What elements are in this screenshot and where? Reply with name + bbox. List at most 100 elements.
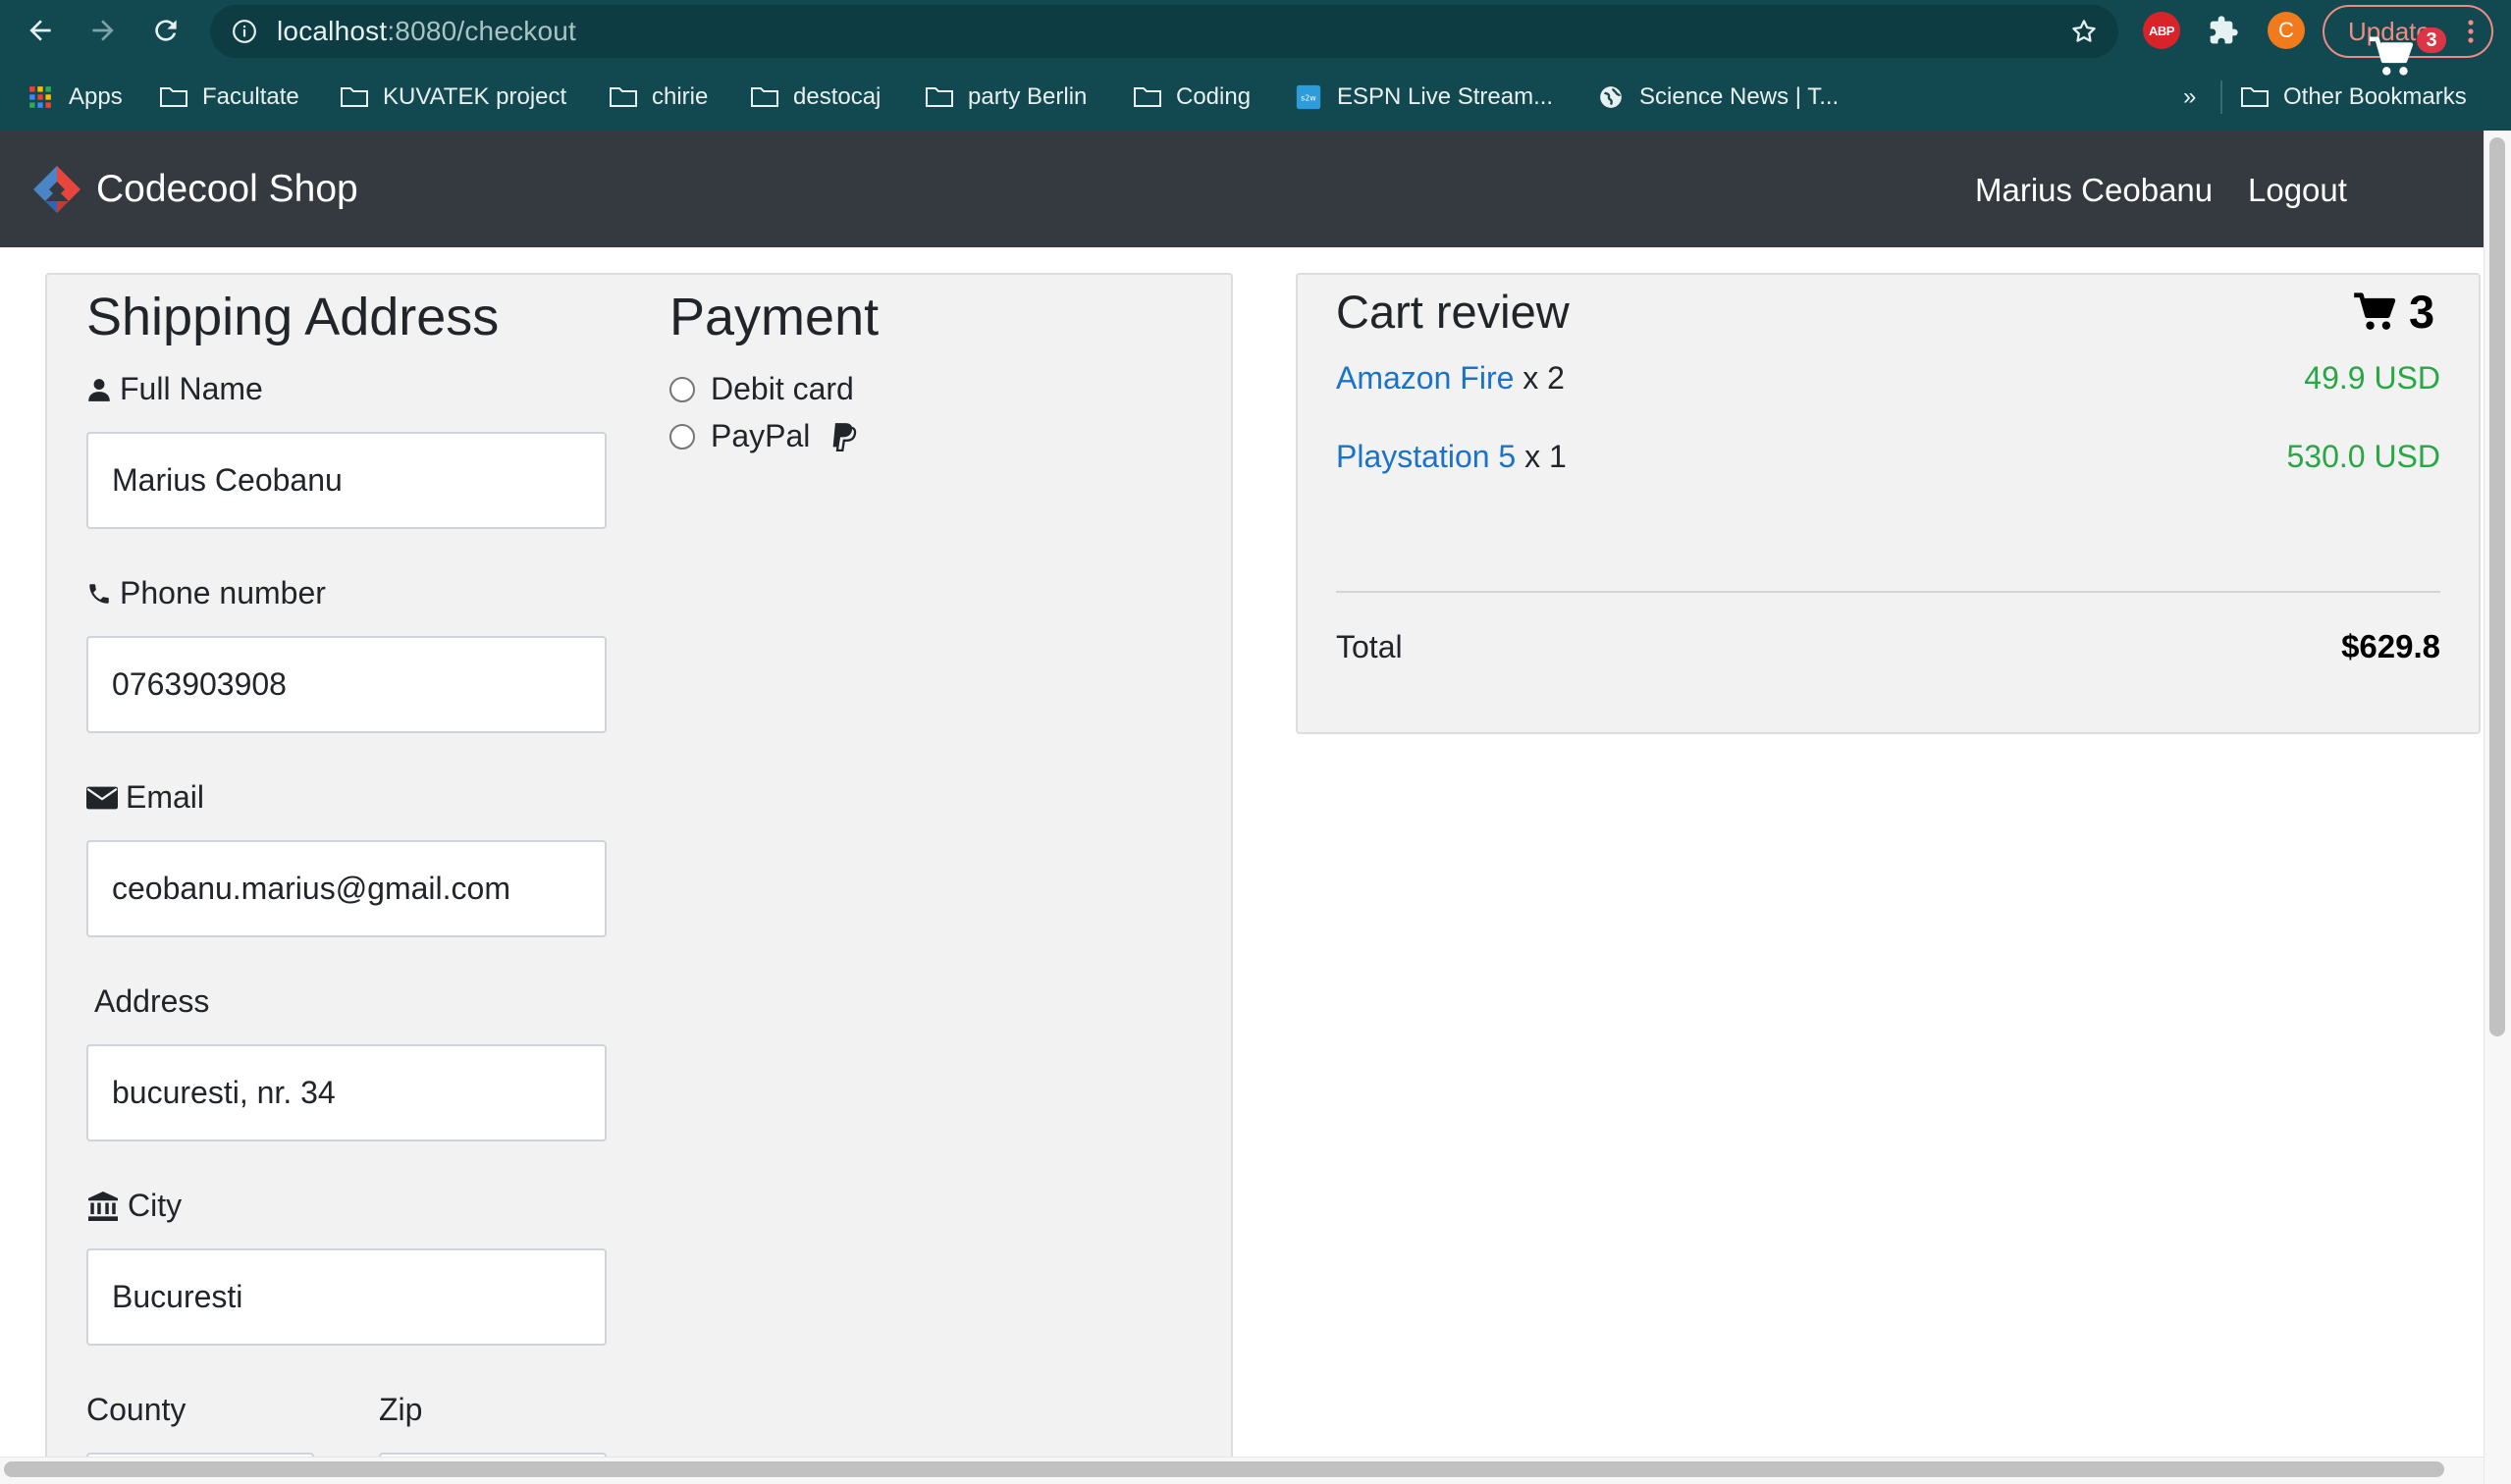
debit-radio[interactable]	[669, 376, 695, 402]
city-label: City	[86, 1188, 182, 1224]
folder-icon	[341, 87, 368, 107]
s2w-site-icon: s2w	[1296, 84, 1321, 110]
extensions-puzzle-icon[interactable]	[2205, 12, 2242, 49]
bookmark-facultate[interactable]: Facultate	[159, 73, 299, 122]
codecool-logo-icon	[33, 166, 80, 213]
line-price: 49.9 USD	[2304, 360, 2440, 396]
url-path: :8080/checkout	[387, 16, 577, 46]
adblock-extension-icon[interactable]: ABP	[2143, 12, 2180, 49]
site-navbar: Codecool Shop Marius Ceobanu Logout	[0, 131, 2511, 247]
paypal-radio[interactable]	[669, 423, 695, 450]
label-text: Address	[94, 983, 210, 1019]
cart-line-item: Amazon Fire x 2	[1336, 360, 1565, 397]
bookmarks-overflow-button[interactable]: »	[2183, 73, 2196, 122]
phone-icon	[89, 583, 109, 604]
bookmark-label: chirie	[652, 83, 709, 110]
arrow-right-icon	[92, 20, 114, 41]
bookmark-label: Other Bookmarks	[2283, 83, 2467, 110]
folder-icon	[751, 87, 778, 107]
bookmark-kuvatek[interactable]: KUVATEK project	[340, 73, 566, 122]
shopping-cart-icon	[2370, 36, 2414, 76]
bookmark-label: party Berlin	[968, 83, 1088, 110]
address-bar[interactable]: localhost:8080/checkout	[210, 5, 2118, 58]
shopping-cart-icon	[2354, 292, 2396, 330]
back-button[interactable]	[16, 6, 65, 55]
bookmark-label: Apps	[69, 83, 123, 110]
payment-option-debit[interactable]: Debit card	[669, 371, 854, 407]
cart-line-item: Playstation 5 x 1	[1336, 439, 1567, 475]
reload-button[interactable]	[141, 6, 190, 55]
svg-text:s2w: s2w	[1301, 93, 1316, 102]
globe-icon	[1600, 86, 1622, 108]
bookmarks-bar: Apps Facultate KUVATEK project chirie de…	[0, 73, 2511, 122]
zip-label: Zip	[379, 1392, 423, 1427]
bookmark-coding[interactable]: Coding	[1133, 73, 1251, 122]
browser-chrome: localhost:8080/checkout ABP C Update App…	[0, 0, 2511, 131]
line-price: 530.0 USD	[2286, 439, 2440, 474]
bookmarks-separator	[2220, 80, 2222, 114]
folder-icon	[610, 87, 637, 107]
phone-input[interactable]: 0763903908	[86, 636, 607, 733]
arrow-left-icon	[29, 20, 51, 41]
bank-icon	[88, 1191, 118, 1221]
brand-link[interactable]: Codecool Shop	[31, 164, 358, 215]
cart-count-text: 3	[2409, 286, 2435, 338]
bookmark-destocaj[interactable]: destocaj	[750, 73, 881, 122]
address-label: Address	[94, 983, 209, 1020]
url-text[interactable]: localhost:8080/checkout	[277, 5, 576, 58]
cart-divider	[1336, 591, 2440, 593]
full-name-input[interactable]: Marius Ceobanu	[86, 432, 607, 529]
email-label: Email	[86, 779, 204, 816]
payment-title: Payment	[669, 288, 880, 346]
bookmark-label: Science News | T...	[1639, 83, 1840, 110]
bookmark-party-berlin[interactable]: party Berlin	[925, 73, 1087, 122]
bookmark-label: destocaj	[793, 83, 882, 110]
product-link[interactable]: Playstation 5	[1336, 439, 1516, 474]
brand-name: Codecool Shop	[96, 168, 358, 210]
folder-icon	[2241, 87, 2269, 107]
nav-username-link[interactable]: Marius Ceobanu	[1975, 172, 2213, 209]
bookmark-other[interactable]: Other Bookmarks	[2240, 73, 2467, 122]
apps-grid-icon	[29, 86, 51, 108]
folder-icon	[160, 87, 187, 107]
reload-icon	[155, 20, 177, 41]
label-text: Email	[126, 779, 205, 815]
logout-link[interactable]: Logout	[2248, 172, 2347, 209]
full-name-label: Full Name	[86, 371, 263, 407]
county-label: County	[86, 1392, 187, 1427]
label-text: Full Name	[120, 371, 263, 406]
forward-button[interactable]	[79, 6, 128, 55]
horizontal-scroll-thumb[interactable]	[4, 1461, 2444, 1477]
user-icon	[88, 378, 110, 401]
email-input[interactable]: ceobanu.marius@gmail.com	[86, 840, 607, 937]
label-text: City	[128, 1188, 183, 1223]
paypal-icon	[833, 422, 857, 451]
payment-option-paypal[interactable]: PayPal	[669, 418, 857, 454]
total-label: Total	[1336, 629, 1403, 664]
city-input[interactable]: Bucuresti	[86, 1248, 607, 1346]
shipping-title: Shipping Address	[86, 288, 500, 346]
cart-review-panel	[1296, 273, 2481, 734]
bookmark-star-icon[interactable]	[2069, 17, 2099, 46]
address-input[interactable]: bucuresti, nr. 34	[86, 1044, 607, 1141]
bookmark-apps[interactable]: Apps	[26, 73, 123, 122]
total-value: $629.8	[2341, 628, 2440, 664]
info-icon[interactable]	[232, 19, 257, 44]
cart-button[interactable]	[2370, 35, 2419, 80]
label-text: Phone number	[120, 575, 326, 610]
folder-icon	[926, 87, 953, 107]
bookmark-science-news[interactable]: Science News | T...	[1596, 73, 1839, 122]
menu-dots-icon	[2468, 20, 2474, 43]
bookmark-chirie[interactable]: chirie	[609, 73, 708, 122]
browser-toolbar: localhost:8080/checkout ABP C Update	[0, 0, 2511, 61]
product-link[interactable]: Amazon Fire	[1336, 360, 1514, 396]
overflow-chevron-icon: »	[2183, 83, 2197, 110]
product-qty: x 2	[1523, 360, 1565, 396]
cart-count-badge: 3	[2417, 27, 2446, 53]
bookmark-espn[interactable]: s2w ESPN Live Stream...	[1294, 73, 1553, 122]
bookmark-label: Facultate	[202, 83, 299, 110]
profile-avatar[interactable]: C	[2268, 12, 2305, 49]
vertical-scroll-thumb[interactable]	[2489, 137, 2505, 1036]
paypal-label: PayPal	[711, 418, 811, 453]
envelope-icon	[86, 786, 118, 809]
